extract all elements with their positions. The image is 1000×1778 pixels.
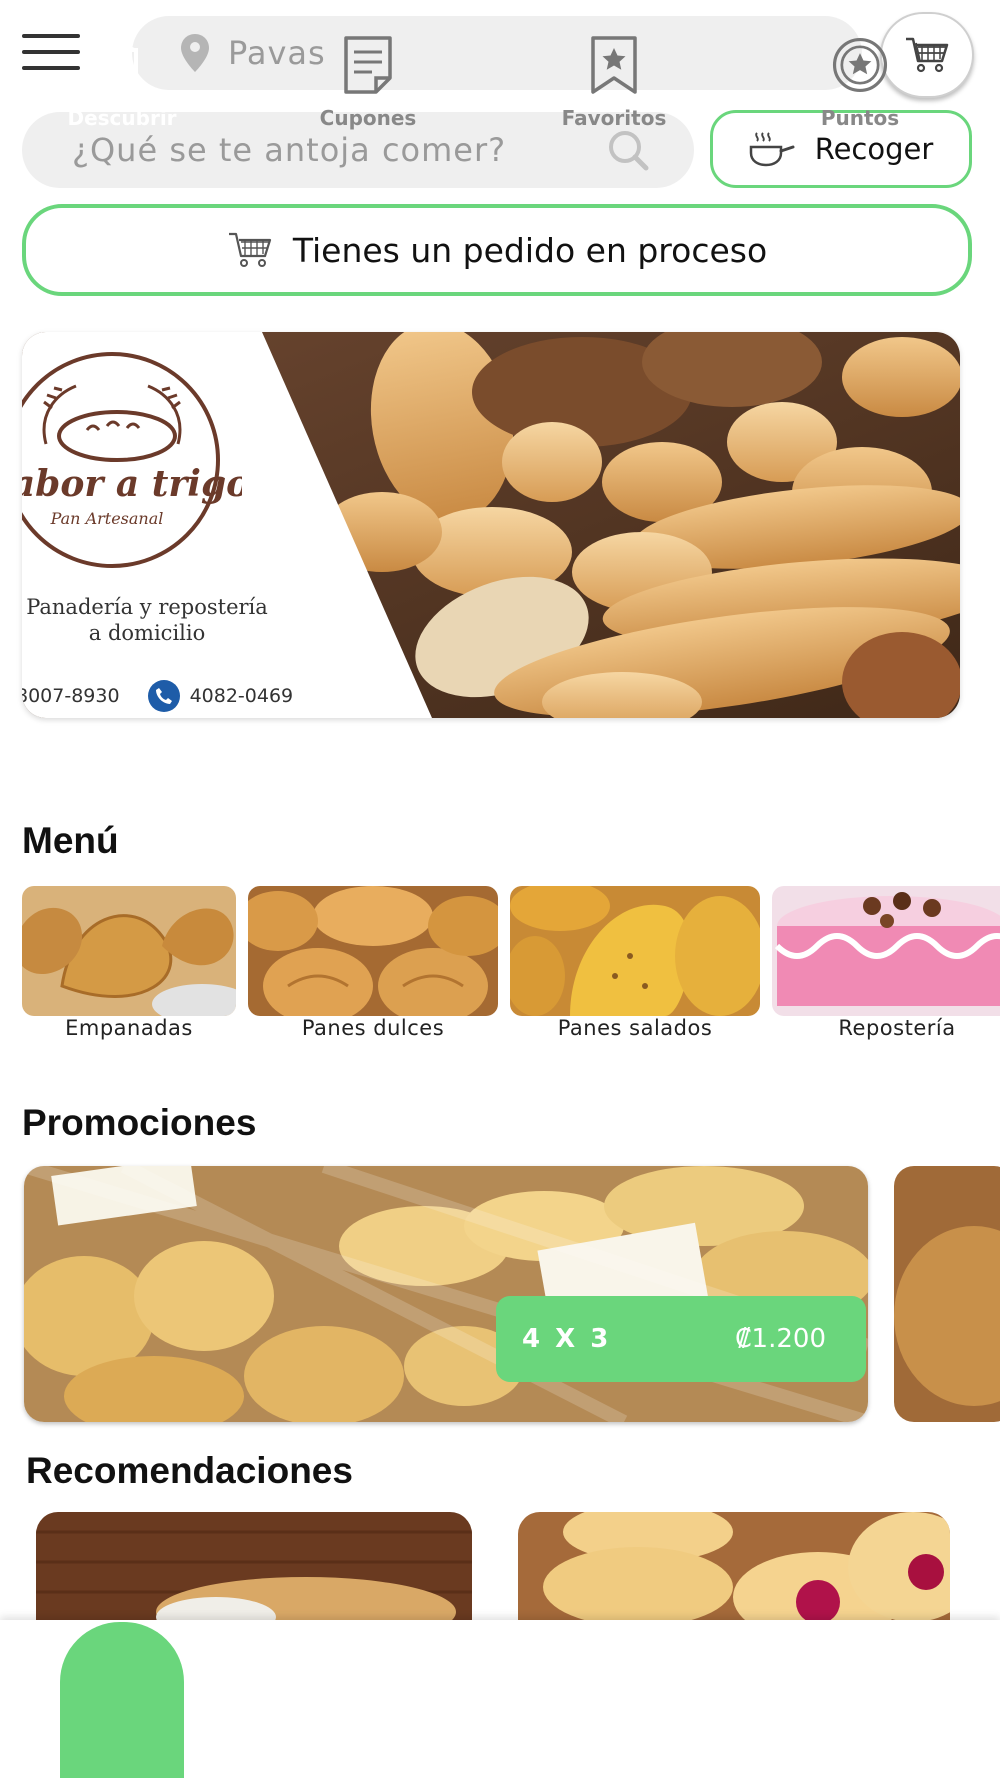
promo-photo (894, 1166, 1000, 1422)
points-star-icon (830, 32, 890, 98)
reposteria-photo (772, 886, 1000, 1016)
cart-icon (228, 232, 271, 267)
brand-block: Sabor a trigo Pan Artesanal Panadería y … (22, 332, 382, 718)
tab-label: Favoritos (561, 106, 667, 130)
promo-price: ₡1.200 (735, 1324, 826, 1354)
order-status-text: Tienes un pedido en proceso (292, 230, 768, 270)
tab-favoritos[interactable]: Favoritos (534, 0, 694, 158)
promo-card[interactable] (894, 1166, 1000, 1422)
recommendation-card[interactable] (518, 1512, 950, 1622)
menu-item-panes-salados[interactable] (510, 886, 760, 1016)
location-selector[interactable]: Pavas (132, 16, 862, 90)
menu-item-reposteria[interactable] (772, 886, 1000, 1016)
recommendation-photo (518, 1512, 950, 1622)
menu-item-label: Repostería (838, 1016, 956, 1040)
discover-icon (92, 32, 152, 98)
coupons-icon (338, 32, 398, 98)
menu-item-panes-dulces[interactable] (248, 886, 498, 1016)
banner-tagline: Panadería y repostería a domicilio (26, 595, 268, 645)
promo-card[interactable] (24, 1166, 868, 1422)
promo-banner[interactable]: Sabor a trigo Pan Artesanal Panadería y … (22, 332, 960, 718)
promo-price-tag[interactable]: 4 X 3 ₡1.200 (496, 1296, 866, 1382)
promotions-heading: Promociones (22, 1102, 257, 1143)
empanadas-photo (22, 886, 236, 1016)
svg-text:Sabor a trigo: Sabor a trigo (22, 463, 242, 505)
recommendations-heading: Recomendaciones (26, 1450, 353, 1491)
panes-salados-photo (510, 886, 760, 1016)
svg-text:Pan Artesanal: Pan Artesanal (50, 509, 164, 528)
menu-item-label: Panes salados (557, 1016, 713, 1040)
order-in-progress-button[interactable]: Tienes un pedido en proceso (22, 204, 972, 296)
cookies-photo (24, 1166, 868, 1422)
tab-label: Cupones (319, 106, 417, 130)
tab-label: Puntos (820, 106, 900, 130)
tab-label: Descubrir (67, 106, 177, 130)
menu-heading: Menú (22, 820, 119, 861)
tab-puntos[interactable]: Puntos (780, 0, 940, 158)
menu-item-label: Empanadas (65, 1016, 193, 1040)
recommendation-photo (36, 1512, 472, 1622)
menu-item-label: Panes dulces (301, 1016, 445, 1040)
recommendation-card[interactable] (36, 1512, 472, 1622)
active-tab-indicator (60, 1622, 184, 1778)
banner-phones: 8007-8930 4082-0469 (22, 680, 293, 712)
panes-dulces-photo (248, 886, 498, 1016)
promo-deal: 4 X 3 (522, 1324, 612, 1354)
bookmark-star-icon (584, 32, 644, 98)
tab-descubrir[interactable]: Descubrir (42, 0, 202, 158)
phone-icon (147, 680, 180, 712)
tab-cupones[interactable]: Cupones (288, 0, 448, 158)
menu-item-empanadas[interactable] (22, 886, 236, 1016)
bakery-logo: Sabor a trigo Pan Artesanal (22, 352, 242, 568)
